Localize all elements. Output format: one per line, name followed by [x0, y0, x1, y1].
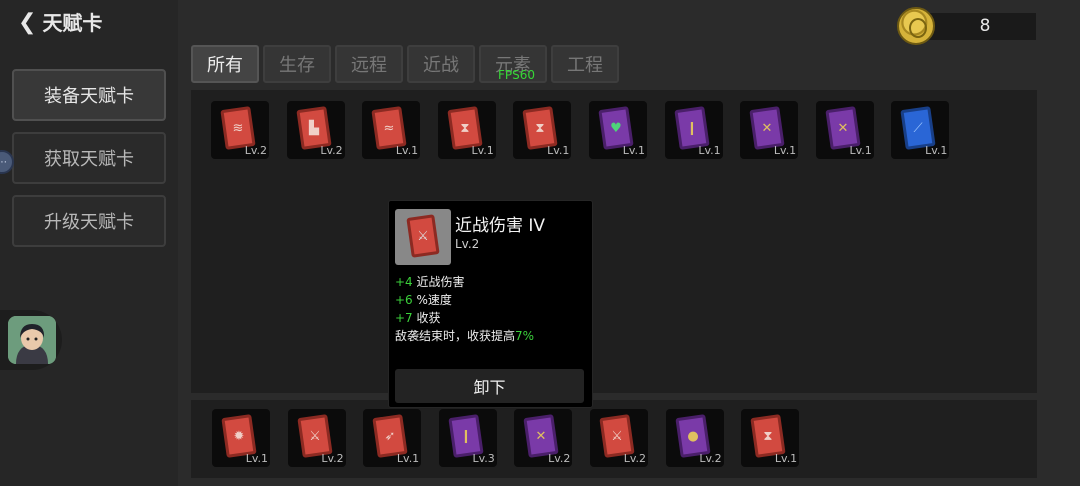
- boot-icon: ▙: [308, 120, 319, 136]
- talent-card-slot[interactable]: ♥ Lv.1: [589, 101, 647, 159]
- avatar-tab[interactable]: [0, 310, 62, 370]
- tab-engineering[interactable]: 工程: [551, 45, 619, 83]
- hourglass-icon: ⧗: [535, 120, 545, 136]
- card-level: Lv.1: [245, 452, 268, 465]
- card-level: Lv.2: [548, 452, 571, 465]
- sword-icon: ⚔: [417, 228, 429, 244]
- card-level: Lv.1: [698, 144, 721, 157]
- avatar[interactable]: [8, 316, 56, 364]
- card-level: Lv.1: [471, 144, 494, 157]
- effect-line: 敌袭结束时，收获提高7%: [395, 327, 534, 345]
- equipped-panel: ≋ Lv.2 ▙ Lv.2 ≈ Lv.1 ⧗ Lv.1 ⧗ Lv.1 ♥ Lv.1 ❙ Lv.1 ✕ Lv.1…: [191, 90, 1037, 393]
- card-tooltip: ⚔ 近战伤害 IV Lv.2 +4 近战伤害 +6 %速度 +7 收获 敌袭结束…: [388, 200, 593, 408]
- gear-icon: ✹: [233, 428, 245, 444]
- obtain-cards-button[interactable]: 获取天赋卡: [12, 132, 166, 184]
- card-level: Lv.2: [320, 144, 343, 157]
- card-level: Lv.1: [622, 144, 645, 157]
- talent-card-slot[interactable]: ✕ Lv.2: [514, 409, 573, 467]
- tooltip-card-image: ⚔: [395, 209, 451, 265]
- hourglass-icon: ⧗: [460, 120, 470, 136]
- upgrade-cards-button[interactable]: 升级天赋卡: [12, 195, 166, 247]
- stat-text: 收获: [416, 311, 441, 325]
- tab-ranged[interactable]: 远程: [335, 45, 403, 83]
- card-level: Lv.1: [925, 144, 948, 157]
- tooltip-title: 近战伤害 IV: [455, 216, 546, 236]
- card-level: Lv.2: [244, 144, 267, 157]
- stat-line: +7 收获: [395, 309, 534, 327]
- talent-card-slot[interactable]: ⟋ Lv.1: [891, 101, 950, 159]
- talent-card-slot[interactable]: ❙ Lv.1: [664, 101, 723, 159]
- fps-counter: FPS60: [498, 68, 536, 82]
- stat-value: +4: [395, 275, 413, 289]
- talent-card-slot[interactable]: ✹ Lv.1: [212, 409, 270, 467]
- talent-card-slot[interactable]: ⚔ Lv.2: [590, 409, 648, 467]
- coin-value: 8: [979, 16, 991, 36]
- talent-card-slot[interactable]: ⧗ Lv.1: [513, 101, 572, 159]
- wing-icon: ≋: [232, 120, 244, 136]
- talent-card-slot[interactable]: ⚔ Lv.2: [287, 409, 346, 467]
- stat-text: %速度: [416, 293, 452, 307]
- tab-all[interactable]: 所有: [191, 45, 259, 83]
- stat-value: +7: [395, 311, 413, 325]
- category-tabs: 所有 生存 远程 近战 元素 工程: [191, 45, 619, 83]
- unequip-button[interactable]: 卸下: [395, 369, 584, 403]
- heart-icon: ♥: [610, 120, 622, 136]
- talent-card-slot[interactable]: ⧗ Lv.1: [741, 409, 800, 467]
- coin-counter: 8: [918, 13, 1036, 40]
- talent-card-slot[interactable]: ✕ Lv.1: [815, 101, 874, 159]
- equip-cards-button[interactable]: 装备天赋卡: [12, 69, 166, 121]
- card-level: Lv.1: [849, 144, 872, 157]
- tooltip-level: Lv.2: [455, 237, 480, 251]
- stat-text: 近战伤害: [416, 275, 465, 289]
- wifi-icon: ≈: [383, 120, 395, 136]
- card-level: Lv.2: [623, 452, 646, 465]
- coin-icon: [897, 7, 935, 45]
- effect-value: 7%: [515, 329, 535, 343]
- card-level: Lv.1: [396, 452, 420, 465]
- card-level: Lv.1: [547, 144, 570, 157]
- card-level: Lv.1: [773, 144, 797, 157]
- card-level: Lv.2: [321, 452, 344, 465]
- blade-icon: ⟋: [913, 120, 923, 136]
- talent-card-slot[interactable]: ▙ Lv.2: [286, 101, 345, 159]
- stat-value: +6: [395, 293, 413, 307]
- cross-icon: ✕: [837, 120, 849, 136]
- tab-survival[interactable]: 生存: [263, 45, 331, 83]
- cross-icon: ✕: [761, 120, 773, 136]
- tab-melee[interactable]: 近战: [407, 45, 475, 83]
- talent-card-slot[interactable]: ❙ Lv.3: [438, 409, 497, 467]
- card-level: Lv.1: [774, 452, 798, 465]
- chevron-left-icon: ❮: [18, 10, 37, 35]
- talent-card-slot[interactable]: ✕ Lv.1: [740, 101, 799, 159]
- stat-line: +6 %速度: [395, 291, 534, 309]
- sidebar: ❮ 天赋卡 装备天赋卡 获取天赋卡 升级天赋卡 ⋯: [0, 0, 178, 486]
- card-level: Lv.1: [395, 144, 419, 157]
- bullet-icon: ❙: [686, 120, 698, 136]
- bullet-icon: ❙: [460, 428, 472, 444]
- talent-card-slot[interactable]: ⧗ Lv.1: [437, 101, 496, 159]
- card-level: Lv.2: [699, 452, 722, 465]
- talent-card-slot[interactable]: ● Lv.2: [665, 409, 724, 467]
- back-button[interactable]: ❮ 天赋卡: [18, 8, 102, 38]
- hourglass-icon: ⧗: [763, 428, 773, 444]
- sword-icon: ⚔: [308, 428, 321, 444]
- stat-line: +4 近战伤害: [395, 273, 534, 291]
- inventory-panel: ✹ Lv.1 ⚔ Lv.2 ➶ Lv.1 ❙ Lv.3 ✕ Lv.2 ⚔ Lv.2 ● Lv.2 ⧗ Lv.1: [191, 400, 1037, 478]
- potion-icon: ●: [686, 428, 699, 444]
- page-title: 天赋卡: [42, 11, 103, 35]
- arrow-icon: ➶: [384, 428, 396, 444]
- talent-card-slot[interactable]: ➶ Lv.1: [363, 409, 422, 467]
- tooltip-stats: +4 近战伤害 +6 %速度 +7 收获 敌袭结束时，收获提高7%: [395, 273, 534, 345]
- cross-swords-icon: ✕: [535, 428, 547, 444]
- talent-card-slot[interactable]: ≈ Lv.1: [362, 101, 421, 159]
- card-level: Lv.3: [472, 452, 495, 465]
- sword-icon: ⚔: [611, 428, 623, 444]
- talent-card-slot[interactable]: ≋ Lv.2: [211, 101, 269, 159]
- effect-text: 敌袭结束时，收获提高: [395, 329, 516, 343]
